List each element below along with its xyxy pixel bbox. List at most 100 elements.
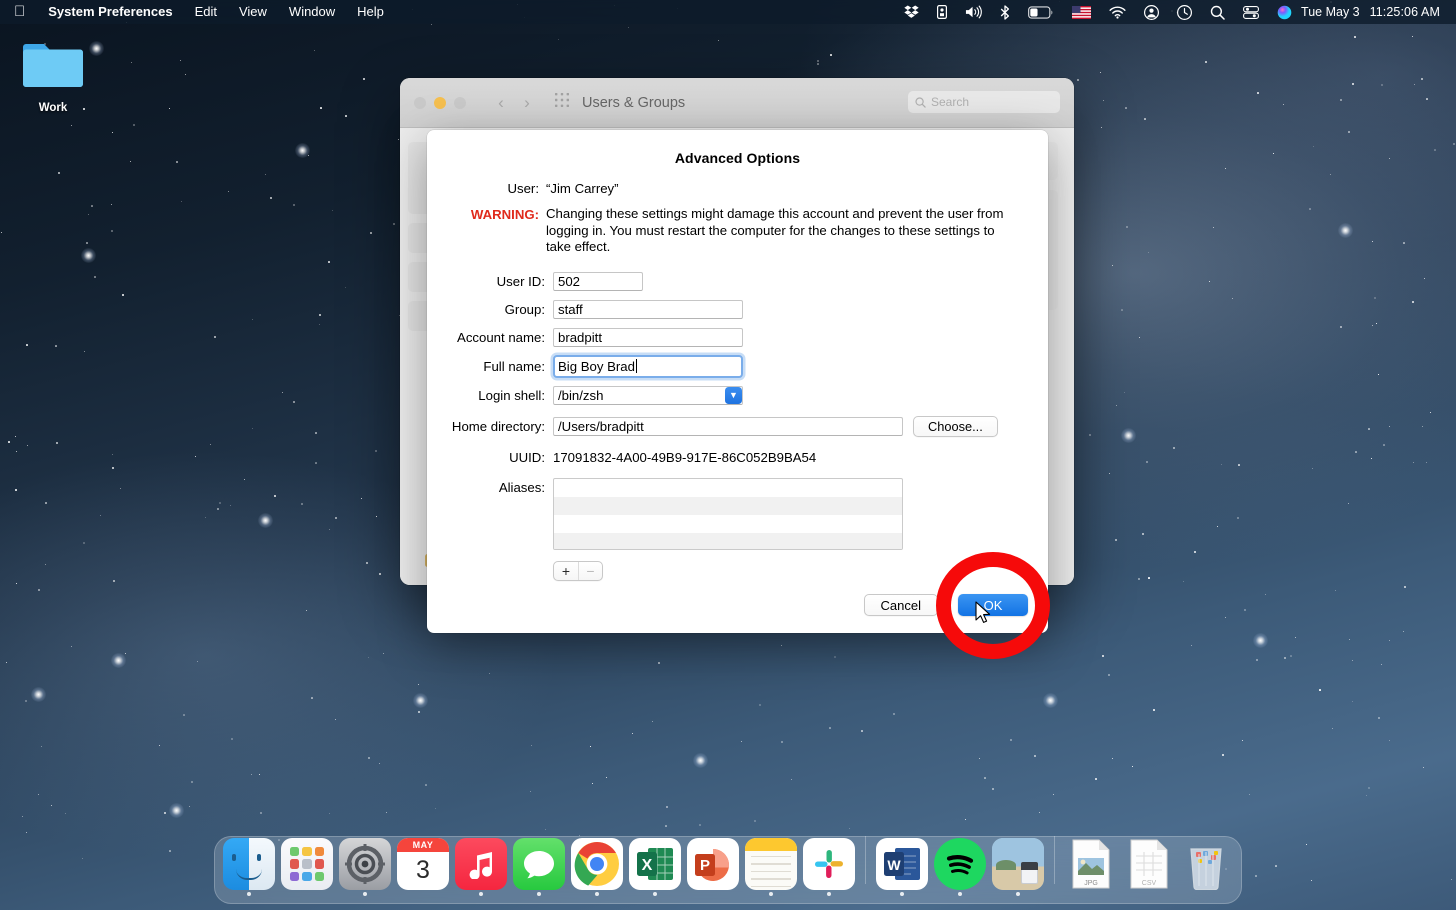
user-id-label: User ID: [427, 274, 553, 289]
svg-text:X: X [642, 857, 653, 874]
us-flag-input-icon[interactable] [1063, 0, 1100, 24]
dock-item-calendar[interactable]: MAY 3 [396, 838, 450, 896]
running-indicator [827, 892, 831, 896]
dock-item-slack[interactable] [802, 838, 856, 896]
account-name-label: Account name: [427, 330, 553, 345]
aliases-label: Aliases: [427, 478, 553, 495]
account-name-input[interactable]: bradpitt [553, 328, 743, 347]
list-item[interactable] [554, 497, 902, 515]
warning-text: Changing these settings might damage thi… [546, 206, 1016, 256]
dropbox-icon[interactable] [895, 0, 928, 24]
list-item[interactable] [554, 515, 902, 533]
dock-separator [865, 836, 866, 884]
home-directory-label: Home directory: [427, 419, 553, 434]
menu-item-edit[interactable]: Edit [184, 0, 228, 24]
mouse-cursor [975, 601, 993, 630]
user-id-input[interactable]: 502 [553, 272, 643, 291]
dock-item-jpg-file[interactable]: JPG [1064, 838, 1118, 896]
dock-item-trash[interactable] [1180, 838, 1234, 896]
running-indicator [769, 892, 773, 896]
close-button[interactable] [414, 97, 426, 109]
choose-button[interactable]: Choose... [913, 416, 998, 437]
add-alias-button[interactable]: + [554, 562, 578, 580]
desktop-folder-work[interactable]: Work [20, 38, 86, 114]
music-icon [455, 838, 507, 890]
login-shell-combobox[interactable]: /bin/zsh ▼ [553, 386, 743, 405]
menu-item-view[interactable]: View [228, 0, 278, 24]
home-directory-input[interactable]: /Users/bradpitt [553, 417, 903, 436]
ok-button[interactable]: OK [958, 594, 1028, 616]
search-field[interactable]: Search [908, 91, 1060, 113]
dock-item-word[interactable]: W [875, 838, 929, 896]
full-name-input[interactable]: Big Boy Brad [553, 355, 743, 378]
user-account-icon[interactable] [1135, 0, 1168, 24]
cancel-button[interactable]: Cancel [864, 594, 938, 616]
dialog-title: Advanced Options [427, 130, 1048, 166]
dock-item-excel[interactable]: X [628, 838, 682, 896]
dialog-buttons: Cancel OK [864, 594, 1028, 616]
back-button[interactable]: ‹ [488, 93, 514, 113]
menu-item-system-preferences[interactable]: System Preferences [37, 0, 183, 24]
group-input[interactable]: staff [553, 300, 743, 319]
svg-text:CSV: CSV [1142, 880, 1157, 887]
finder-icon [223, 838, 275, 890]
dock-item-notes[interactable] [744, 838, 798, 896]
dock-item-messages[interactable] [512, 838, 566, 896]
dock-item-system-preferences[interactable] [338, 838, 392, 896]
login-shell-input[interactable]: /bin/zsh [553, 386, 743, 405]
siri-icon[interactable] [1268, 0, 1301, 24]
control-center-icon[interactable] [1234, 0, 1268, 24]
dock-item-chrome[interactable] [570, 838, 624, 896]
group-row: Group: staff [427, 300, 1048, 319]
dock-item-powerpoint[interactable]: P [686, 838, 740, 896]
dock-item-csv-file[interactable]: CSV [1122, 838, 1176, 896]
notes-icon [745, 838, 797, 890]
volume-icon[interactable] [956, 0, 991, 24]
bluetooth-icon[interactable] [991, 0, 1019, 24]
uuid-label: UUID: [427, 450, 553, 465]
excel-icon: X [629, 838, 681, 890]
running-indicator [958, 892, 962, 896]
folder-label: Work [20, 102, 86, 114]
minimize-button[interactable] [434, 97, 446, 109]
uuid-row: UUID: 17091832-4A00-49B9-917E-86C052B9BA… [427, 449, 1048, 466]
jpg-file-icon: JPG [1065, 838, 1117, 890]
list-item[interactable] [554, 479, 902, 497]
battery-icon[interactable] [1019, 0, 1063, 24]
aliases-list[interactable] [553, 478, 903, 550]
dock-item-preview[interactable] [991, 838, 1045, 896]
window-title-bar[interactable]: ‹ › Users & Groups Search [400, 78, 1074, 128]
search-icon[interactable] [1201, 0, 1234, 24]
grid-view-icon[interactable] [554, 92, 570, 113]
zoom-button[interactable] [454, 97, 466, 109]
forward-button[interactable]: › [514, 93, 540, 113]
time-machine-icon[interactable] [1168, 0, 1201, 24]
traffic-lights[interactable] [414, 97, 466, 109]
dock[interactable]: MAY 3 [214, 836, 1242, 904]
aliases-add-remove-group[interactable]: + − [553, 561, 603, 581]
menubar-clock[interactable]: 11:25:06 AM [1362, 5, 1446, 19]
wifi-icon[interactable] [1100, 0, 1135, 24]
dock-item-finder[interactable] [222, 838, 276, 896]
apple-logo-icon[interactable]:  [0, 0, 37, 24]
login-shell-label: Login shell: [427, 388, 553, 403]
dock-item-launchpad[interactable] [280, 838, 334, 896]
running-indicator [900, 892, 904, 896]
list-item[interactable] [554, 533, 902, 550]
dock-item-spotify[interactable] [933, 838, 987, 896]
login-shell-row: Login shell: /bin/zsh ▼ [427, 386, 1048, 405]
menubar-date[interactable]: Tue May 3 [1301, 5, 1362, 19]
menu-item-window[interactable]: Window [278, 0, 346, 24]
advanced-options-dialog[interactable]: Advanced Options User: “Jim Carrey” WARN… [427, 130, 1048, 633]
window-title: Users & Groups [582, 95, 685, 111]
display-icon[interactable] [928, 0, 956, 24]
dock-item-music[interactable] [454, 838, 508, 896]
remove-alias-button[interactable]: − [578, 562, 602, 580]
menu-bar:  System Preferences Edit View Window He… [0, 0, 1456, 24]
uuid-value: 17091832-4A00-49B9-917E-86C052B9BA54 [553, 449, 816, 466]
menu-item-help[interactable]: Help [346, 0, 395, 24]
folder-icon [20, 38, 86, 92]
calendar-month: MAY [397, 838, 449, 852]
chevron-down-icon[interactable]: ▼ [725, 387, 742, 404]
calendar-icon: MAY 3 [397, 838, 449, 890]
